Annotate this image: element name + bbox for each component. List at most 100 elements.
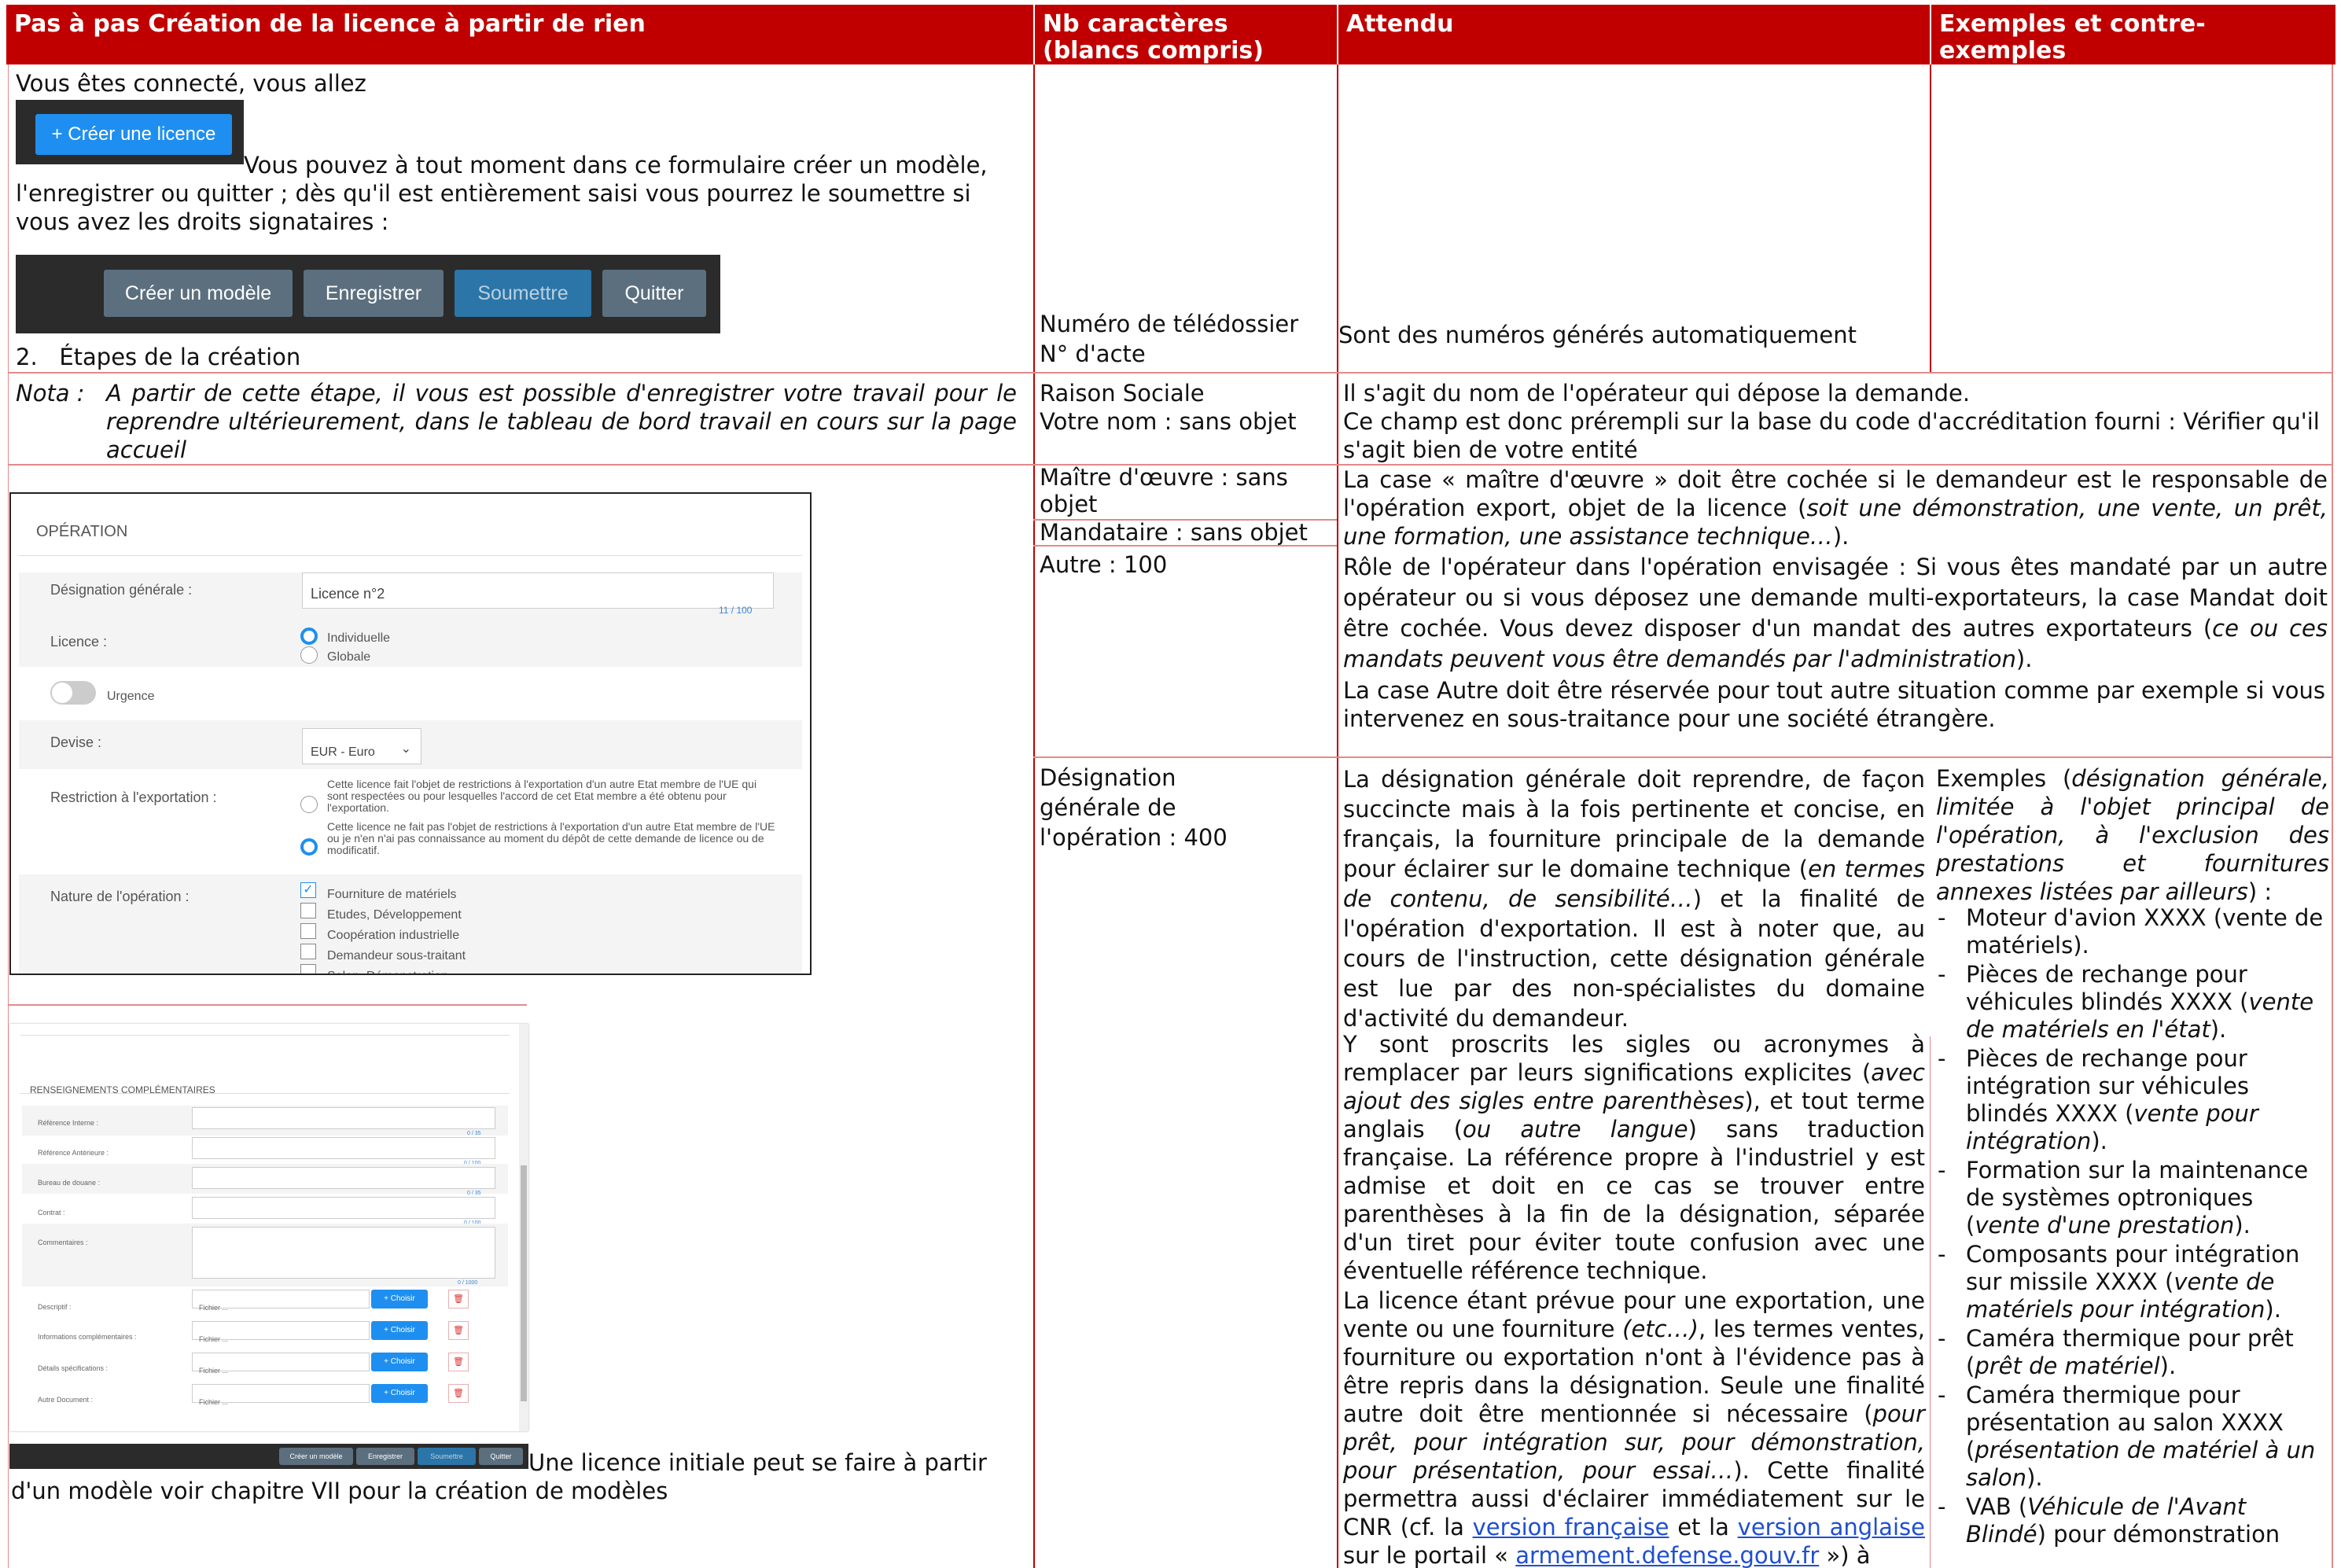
example-item: Caméra thermique pour présentation au sa… xyxy=(1936,1382,2331,1492)
operation-form: OPÉRATION Désignation générale : Licence… xyxy=(9,492,812,975)
link-version-francaise[interactable]: version française xyxy=(1473,1514,1669,1540)
file-autre-label: Autre Document : xyxy=(38,1396,94,1404)
devise-label: Devise : xyxy=(50,734,102,750)
ref-interne-input[interactable] xyxy=(192,1107,495,1129)
contrat-input[interactable] xyxy=(192,1197,495,1219)
examples-list: Moteur d'avion XXXX (vente de matériels)… xyxy=(1936,904,2331,1548)
attendu-maitre-oeuvre: La case « maître d'œuvre » doit être coc… xyxy=(1343,466,2328,550)
save-button[interactable]: Enregistrer xyxy=(304,270,444,317)
checkbox-fourniture[interactable]: ✓ xyxy=(300,882,316,898)
grid-line xyxy=(8,1004,527,1006)
licence-label: Licence : xyxy=(50,634,108,650)
file-details-input[interactable]: Fichier ... xyxy=(192,1353,370,1375)
example-item: Formation sur la maintenance de systèmes… xyxy=(1936,1157,2331,1239)
intro-text: Vous êtes connecté, vous allez xyxy=(16,70,366,97)
urgence-label: Urgence xyxy=(107,690,155,703)
restriction-option-2: Cette licence ne fait pas l'objet de res… xyxy=(327,820,775,856)
nota-text: A partir de cette étape, il vous est pos… xyxy=(106,380,1017,463)
nb-votre-nom: Votre nom : sans objet xyxy=(1040,408,1297,435)
trash-icon[interactable]: 🗑 xyxy=(448,1353,469,1371)
commentaires-label: Commentaires : xyxy=(38,1239,88,1246)
checkbox-cooperation[interactable] xyxy=(300,923,316,939)
file-descriptif-input[interactable]: Fichier ... xyxy=(192,1290,370,1312)
create-licence-button[interactable]: + Créer une licence xyxy=(35,114,232,155)
quit-button[interactable]: Quitter xyxy=(602,270,706,317)
divider xyxy=(20,1093,510,1094)
nature-label: Nature de l'opération : xyxy=(50,889,190,904)
nb-autre: Autre : 100 xyxy=(1040,551,1168,578)
grid-line xyxy=(8,64,9,1568)
grid-line xyxy=(1033,756,2333,758)
licence-row xyxy=(19,620,802,667)
checkbox-etudes[interactable] xyxy=(300,903,316,918)
example-item: Caméra thermique pour prêt (prêt de maté… xyxy=(1936,1325,2331,1380)
ref-anterieure-input[interactable] xyxy=(192,1137,495,1159)
example-item: VAB (Véhicule de l'Avant Blindé) pour dé… xyxy=(1936,1493,2331,1548)
file-infos-label: Informations complémentaires : xyxy=(38,1333,137,1341)
step-title: 2. Étapes de la création xyxy=(16,344,301,370)
file-autre-input[interactable]: Fichier ... xyxy=(192,1384,370,1406)
file-descriptif-label: Descriptif : xyxy=(38,1303,72,1311)
modele-text: Une licence initiale peut se faire à par… xyxy=(11,1449,987,1504)
toolbar-paragraph: Vous pouvez à tout moment dans ce formul… xyxy=(16,152,988,235)
radio-restriction-2[interactable] xyxy=(300,838,318,856)
example-item: Moteur d'avion XXXX (vente de matériels)… xyxy=(1936,904,2331,959)
example-item: Pièces de rechange pour véhicules blindé… xyxy=(1936,961,2331,1043)
header-col3: Attendu xyxy=(1338,5,1930,64)
attendu-sigles: Y sont proscrits les sigles ou acronymes… xyxy=(1343,1031,1926,1284)
file-descriptif-choose-button[interactable]: + Choisir xyxy=(371,1290,428,1309)
trash-icon[interactable]: 🗑 xyxy=(448,1384,469,1403)
licence-option-globale: Globale xyxy=(327,650,371,664)
grid-line xyxy=(1930,1036,1931,1568)
header-col1: Pas à pas Création de la licence à parti… xyxy=(6,5,1033,64)
trash-icon[interactable]: 🗑 xyxy=(448,1290,469,1309)
grid-line xyxy=(1337,64,1338,1568)
radio-individuelle[interactable] xyxy=(300,628,318,645)
nature-option-5: Salon, Démonstration xyxy=(327,963,448,974)
attendu-raison-1: Il s'agit du nom de l'opérateur qui dépo… xyxy=(1343,380,1971,407)
renseignements-title: RENSEIGNEMENTS COMPLÉMENTAIRES xyxy=(30,1084,215,1095)
file-autre-choose-button[interactable]: + Choisir xyxy=(371,1384,428,1403)
urgence-toggle[interactable] xyxy=(50,681,96,705)
nb-mandataire: Mandataire : sans objet xyxy=(1040,519,1308,546)
divider xyxy=(20,1035,510,1036)
file-details-choose-button[interactable]: + Choisir xyxy=(371,1353,428,1371)
scrollbar[interactable] xyxy=(519,1024,528,1431)
trash-icon[interactable]: 🗑 xyxy=(448,1321,469,1340)
example-item: Composants pour intégration sur missile … xyxy=(1936,1241,2331,1323)
ref-interne-label: Référence Interne : xyxy=(38,1119,99,1127)
radio-globale[interactable] xyxy=(300,646,318,664)
nb-designation: Désignation générale de l'opération : 40… xyxy=(1040,764,1228,851)
file-infos-choose-button[interactable]: + Choisir xyxy=(371,1321,428,1340)
designation-input[interactable]: Licence n°2 xyxy=(302,572,774,609)
header-col2: Nb caractères (blancs compris) xyxy=(1035,5,1337,64)
create-model-button[interactable]: Créer un modèle xyxy=(104,270,293,317)
nb-maitre-oeuvre: Maître d'œuvre : sans objet xyxy=(1040,464,1288,517)
grid-line xyxy=(1033,64,1035,1568)
plus-icon: + xyxy=(51,123,68,145)
link-version-anglaise[interactable]: version anglaise xyxy=(1738,1514,1925,1540)
divider xyxy=(19,555,802,556)
checkbox-sous-traitant[interactable] xyxy=(300,944,316,959)
grid-line xyxy=(1930,64,1931,373)
examples-intro: Exemples (désignation générale, limitée … xyxy=(1936,765,2329,905)
link-armement-portal[interactable]: armement.defense.gouv.fr xyxy=(1515,1542,1819,1568)
submit-button[interactable]: Soumettre xyxy=(455,270,591,317)
commentaires-input[interactable] xyxy=(192,1227,495,1279)
attendu-finalite: La licence étant prévue pour une exporta… xyxy=(1343,1287,1925,1568)
file-infos-input[interactable]: Fichier ... xyxy=(192,1321,370,1343)
attendu-numeros: Sont des numéros générés automatiquement xyxy=(1338,322,1857,348)
restriction-option-1: Cette licence fait l'objet de restrictio… xyxy=(327,778,757,814)
attendu-autre: La case Autre doit être réservée pour to… xyxy=(1343,677,2326,732)
header-col4: Exemples et contre-exemples xyxy=(1931,5,2335,64)
radio-restriction-1[interactable] xyxy=(300,796,318,813)
bureau-label: Bureau de douane : xyxy=(38,1179,101,1187)
nota-label: Nota : xyxy=(16,380,85,407)
nb-teledossier: Numéro de télédossier xyxy=(1040,311,1299,337)
designation-label: Désignation générale : xyxy=(50,582,193,598)
file-details-label: Détails spécifications : xyxy=(38,1364,109,1372)
checkbox-salon[interactable] xyxy=(300,964,316,974)
contrat-label: Contrat : xyxy=(38,1209,65,1216)
bureau-input[interactable] xyxy=(192,1167,495,1189)
devise-select[interactable]: EUR - Euro ⌄ xyxy=(302,728,421,764)
